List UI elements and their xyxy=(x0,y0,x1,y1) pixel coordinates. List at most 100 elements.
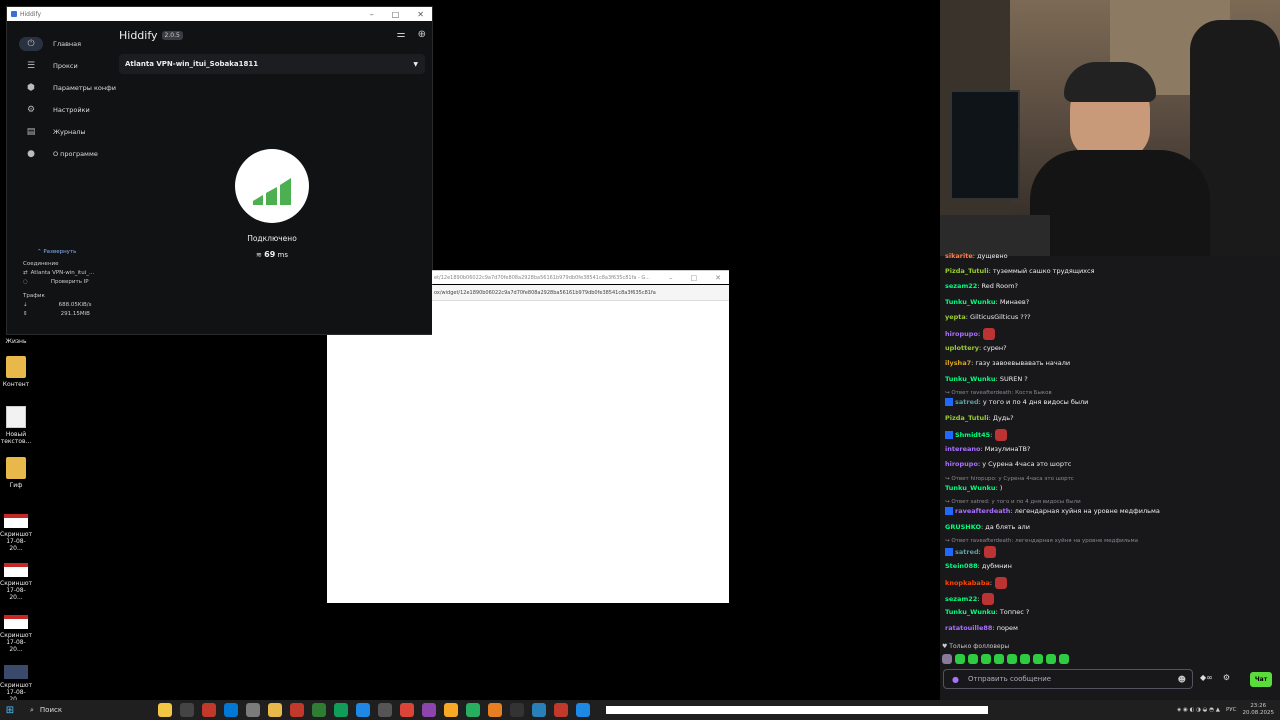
tray-icons[interactable]: ◈ ◉ ◐ ◑ ◒ ◓ ▲ xyxy=(1177,707,1220,713)
chat-username[interactable]: raveafterdeath xyxy=(955,507,1010,515)
popup-maximize-button[interactable]: □ xyxy=(691,274,698,282)
app-icon[interactable] xyxy=(290,703,304,717)
desktop-icon[interactable]: Скриншот 17-08-20... xyxy=(0,665,32,703)
chat-username[interactable]: satred xyxy=(955,398,979,406)
copilot-icon[interactable] xyxy=(158,703,172,717)
chat-send-button[interactable]: Чат xyxy=(1250,672,1272,687)
smile-icon[interactable]: ☻ xyxy=(1178,675,1186,684)
app-icon[interactable] xyxy=(246,703,260,717)
desktop-icon[interactable]: Скриншот 17-08-20... xyxy=(0,514,32,552)
app-icon[interactable] xyxy=(334,703,348,717)
badge-icon xyxy=(945,507,953,515)
chat-username[interactable]: sezam22 xyxy=(945,595,977,603)
mic-icon[interactable]: ● xyxy=(952,675,959,684)
app-icon[interactable] xyxy=(444,703,458,717)
desktop-icon[interactable]: Скриншот 17-08-20... xyxy=(0,615,32,653)
emote-icon[interactable] xyxy=(955,654,965,664)
expand-button[interactable]: ⌃ Развернуть xyxy=(23,249,101,255)
emote-icon[interactable] xyxy=(1020,654,1030,664)
chat-username[interactable]: sezam22 xyxy=(945,282,977,290)
chat-message: sezam22: Red Room? xyxy=(945,282,1018,290)
popup-minimize-button[interactable]: – xyxy=(669,274,673,282)
cube-icon: ⬢ xyxy=(27,83,35,93)
chat-username[interactable]: sikarite xyxy=(945,252,973,260)
app-icon[interactable] xyxy=(202,703,216,717)
desktop-icon[interactable]: Новый текстов... xyxy=(0,406,32,445)
app-icon[interactable] xyxy=(532,703,546,717)
connect-button[interactable] xyxy=(235,149,309,223)
sidebar-item-5[interactable]: ● О программе xyxy=(17,143,117,165)
sidebar-item-4[interactable]: ▤ Журналы xyxy=(17,121,117,143)
chat-input[interactable]: ● Отправить сообщение ☻ xyxy=(943,669,1193,689)
chat-username[interactable]: ilysha7 xyxy=(945,359,971,367)
chat-username[interactable]: knopkababa xyxy=(945,579,990,587)
sidebar-item-3[interactable]: ⚙ Настройки xyxy=(17,99,117,121)
explorer-icon[interactable] xyxy=(268,703,282,717)
close-button[interactable]: ✕ xyxy=(417,10,424,19)
emote-icon[interactable] xyxy=(1007,654,1017,664)
emote-icon[interactable] xyxy=(1046,654,1056,664)
emote-icon[interactable] xyxy=(1033,654,1043,664)
check-ip-button[interactable]: ◌ Проверить IP xyxy=(23,279,101,285)
sidebar-item-0[interactable]: ⏻ Главная xyxy=(17,33,117,55)
emote-icon[interactable] xyxy=(942,654,952,664)
app-icon[interactable] xyxy=(312,703,326,717)
connection-label: Соединение xyxy=(23,261,59,267)
chat-username[interactable]: ratatouille88 xyxy=(945,624,992,632)
app-icon[interactable] xyxy=(180,703,194,717)
sidebar-item-1[interactable]: ☰ Прокси xyxy=(17,55,117,77)
chat-username[interactable]: Pizda_Tutuli xyxy=(945,267,989,275)
app-icon[interactable] xyxy=(466,703,480,717)
chat-username[interactable]: yepta xyxy=(945,313,966,321)
popup-close-button[interactable]: ✕ xyxy=(715,274,721,282)
chat-username[interactable]: satred xyxy=(955,548,979,556)
desktop-icon[interactable]: Контент xyxy=(0,356,32,388)
chat-username[interactable]: Tunku_Wunku xyxy=(945,484,996,492)
chat-username[interactable]: hiropupo xyxy=(945,330,978,338)
desktop-icon[interactable]: Скриншот 17-08-20... xyxy=(0,563,32,601)
bits-icon[interactable]: ◆∞ xyxy=(1200,673,1213,682)
popup-address-bar[interactable]: ox/widget/12e1890b06022c9a7d70fe808a2928… xyxy=(432,285,729,301)
maximize-button[interactable]: □ xyxy=(392,10,400,19)
telegram-icon[interactable] xyxy=(576,703,590,717)
app-icon[interactable] xyxy=(554,703,568,717)
chat-username[interactable]: Tunku_Wunku xyxy=(945,608,996,616)
chat-text: : SUREN ? xyxy=(995,375,1028,383)
outlook-icon[interactable] xyxy=(224,703,238,717)
edge-icon[interactable] xyxy=(356,703,370,717)
emote-icon[interactable] xyxy=(968,654,978,664)
taskbar-search[interactable]: ⌕ Поиск xyxy=(26,702,152,718)
chat-username[interactable]: Shmidt45 xyxy=(955,431,990,439)
minimize-button[interactable]: – xyxy=(370,10,374,19)
chat-username[interactable]: uplottery xyxy=(945,344,979,352)
chat-username[interactable]: hiropupo xyxy=(945,460,978,468)
profile-selector[interactable]: Atlanta VPN-win_itui_Sobaka1811 ▼ xyxy=(119,54,425,74)
app-icon[interactable] xyxy=(378,703,392,717)
sliders-icon[interactable]: ⚌ xyxy=(397,29,406,40)
emote-icon[interactable] xyxy=(1059,654,1069,664)
emote-icon[interactable] xyxy=(994,654,1004,664)
popup-titlebar[interactable]: et/12e1890b06022c9a7d70fe808a2928ba56161… xyxy=(432,270,729,284)
app-icon[interactable] xyxy=(422,703,436,717)
chrome-icon[interactable] xyxy=(400,703,414,717)
sidebar-item-2[interactable]: ⬢ Параметры конфи xyxy=(17,77,117,99)
windows-start-icon[interactable]: ⊞ xyxy=(0,705,20,716)
emote-icon[interactable] xyxy=(981,654,991,664)
language-indicator[interactable]: РУС xyxy=(1226,707,1237,713)
chat-username[interactable]: Tunku_Wunku xyxy=(945,298,996,306)
chat-username[interactable]: Tunku_Wunku xyxy=(945,375,996,383)
chat-username[interactable]: intereano xyxy=(945,445,980,453)
emote-row[interactable] xyxy=(942,654,1069,664)
desktop-icon[interactable]: Жизнь xyxy=(0,338,32,345)
clock-time: 23:26 xyxy=(1250,703,1267,709)
chat-username[interactable]: Stein088 xyxy=(945,562,978,570)
chat-settings-icon[interactable]: ⚙ xyxy=(1223,673,1230,682)
chat-username[interactable]: GRUSHKO xyxy=(945,523,981,531)
app-icon[interactable] xyxy=(488,703,502,717)
chat-username[interactable]: Pizda_Tutuli xyxy=(945,414,989,422)
app-icon[interactable] xyxy=(510,703,524,717)
clock[interactable]: 23:26 20.08.2025 xyxy=(1243,703,1275,717)
window-titlebar[interactable]: Hiddify – □ ✕ xyxy=(7,7,432,21)
add-profile-icon[interactable]: ⊕ xyxy=(418,29,426,40)
desktop-icon[interactable]: Гиф xyxy=(0,457,32,489)
